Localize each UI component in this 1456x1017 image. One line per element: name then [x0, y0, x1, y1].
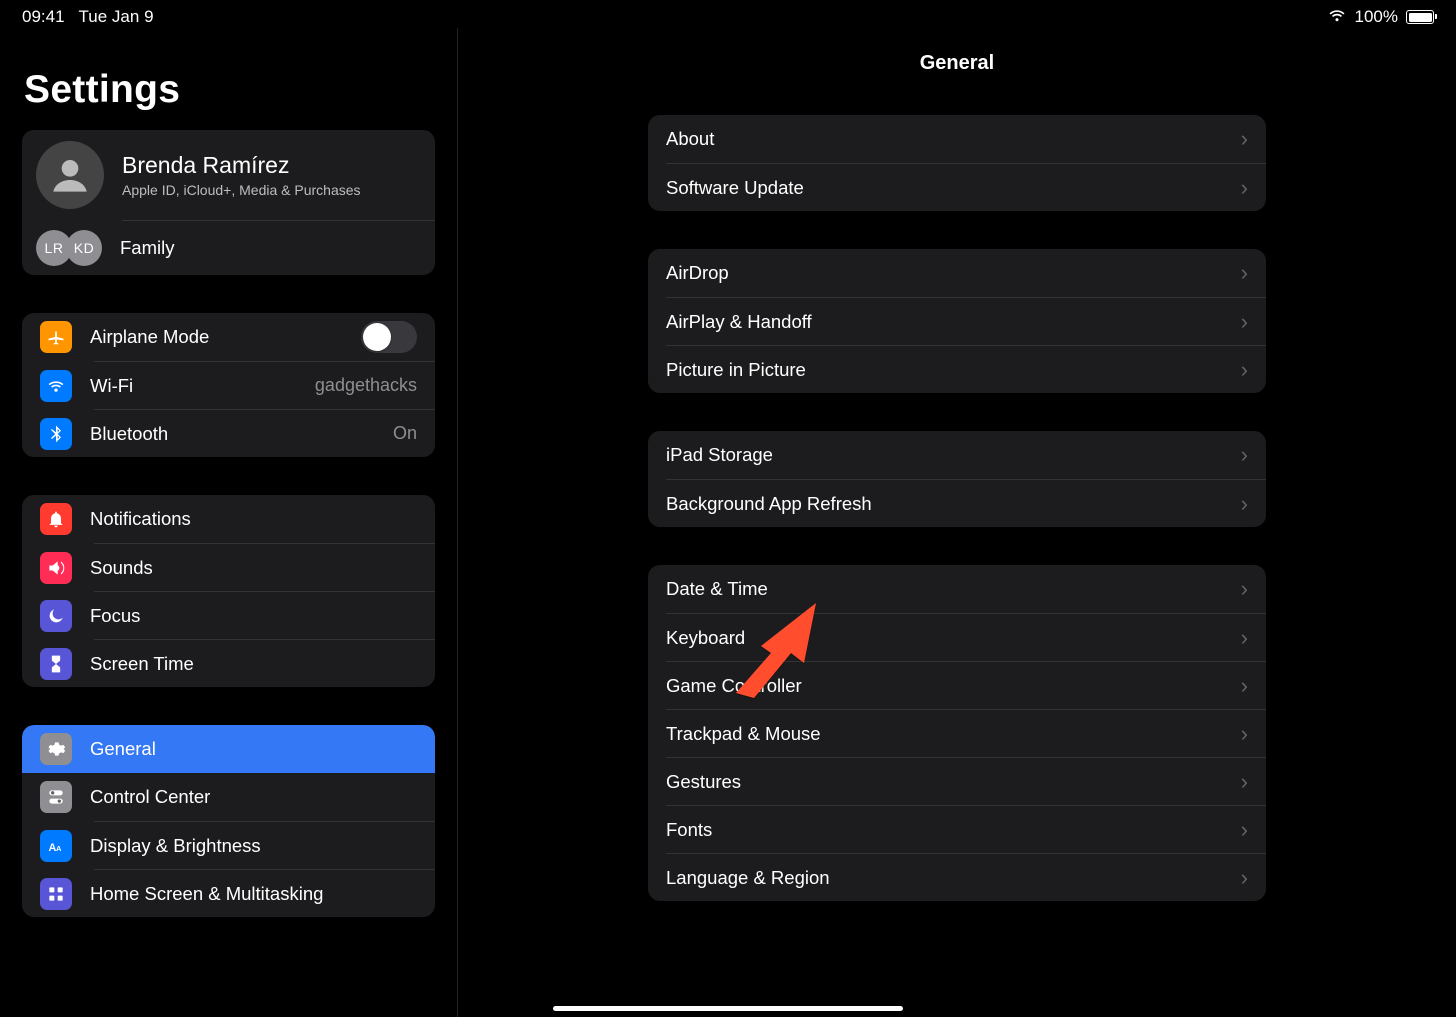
row-label: Software Update — [666, 177, 804, 199]
general-item-airplay[interactable]: AirPlay & Handoff › — [666, 297, 1266, 345]
gear-icon — [40, 733, 72, 765]
airplane-icon — [40, 321, 72, 353]
text-size-icon: AA — [40, 830, 72, 862]
chevron-right-icon: › — [1241, 723, 1248, 745]
airplane-toggle[interactable] — [361, 321, 417, 353]
chevron-right-icon: › — [1241, 493, 1248, 515]
sidebar-item-label: Bluetooth — [90, 423, 393, 445]
hourglass-icon — [40, 648, 72, 680]
sidebar-item-label: Wi-Fi — [90, 375, 315, 397]
grid-icon — [40, 878, 72, 910]
page-title: Settings — [24, 68, 435, 112]
avatar — [36, 141, 104, 209]
sidebar-item-control-center[interactable]: Control Center — [22, 773, 435, 821]
row-label: Picture in Picture — [666, 359, 806, 381]
wifi-value: gadgethacks — [315, 375, 417, 396]
general-item-storage[interactable]: iPad Storage › — [648, 431, 1266, 479]
status-bar: 09:41 Tue Jan 9 100% — [0, 0, 1456, 28]
sidebar-item-label: Focus — [90, 605, 417, 627]
sidebar-item-screentime[interactable]: Screen Time — [94, 639, 435, 687]
sidebar-item-notifications[interactable]: Notifications — [22, 495, 435, 543]
general-item-language[interactable]: Language & Region › — [666, 853, 1266, 901]
row-label: Fonts — [666, 819, 712, 841]
general-item-software-update[interactable]: Software Update › — [666, 163, 1266, 211]
bell-icon — [40, 503, 72, 535]
family-row[interactable]: LR KD Family — [122, 220, 435, 275]
chevron-right-icon: › — [1241, 359, 1248, 381]
row-label: About — [666, 128, 714, 150]
home-indicator[interactable] — [553, 1006, 903, 1011]
sidebar-item-label: Control Center — [90, 786, 417, 808]
sidebar-item-focus[interactable]: Focus — [94, 591, 435, 639]
sidebar-item-wifi[interactable]: Wi-Fi gadgethacks — [94, 361, 435, 409]
row-label: Game Controller — [666, 675, 802, 697]
chevron-right-icon: › — [1241, 311, 1248, 333]
family-label: Family — [120, 237, 174, 259]
chevron-right-icon: › — [1241, 771, 1248, 793]
general-item-gestures[interactable]: Gestures › — [666, 757, 1266, 805]
svg-text:A: A — [56, 844, 62, 853]
chevron-right-icon: › — [1241, 819, 1248, 841]
general-item-keyboard[interactable]: Keyboard › — [666, 613, 1266, 661]
row-label: Language & Region — [666, 867, 830, 889]
sidebar-item-home-screen[interactable]: Home Screen & Multitasking — [94, 869, 435, 917]
family-badge: KD — [66, 230, 102, 266]
account-card[interactable]: Brenda Ramírez Apple ID, iCloud+, Media … — [22, 130, 435, 275]
chevron-right-icon: › — [1241, 675, 1248, 697]
row-label: iPad Storage — [666, 444, 773, 466]
sidebar-item-label: Notifications — [90, 508, 417, 530]
row-label: Background App Refresh — [666, 493, 872, 515]
general-item-game-controller[interactable]: Game Controller › — [666, 661, 1266, 709]
bluetooth-value: On — [393, 423, 417, 444]
general-item-pip[interactable]: Picture in Picture › — [666, 345, 1266, 393]
sidebar-item-airplane[interactable]: Airplane Mode — [22, 313, 435, 361]
sidebar-item-label: Screen Time — [90, 653, 417, 675]
general-item-about[interactable]: About › — [648, 115, 1266, 163]
battery-percent: 100% — [1355, 7, 1398, 27]
sidebar-item-label: Home Screen & Multitasking — [90, 883, 417, 905]
wifi-icon — [1327, 7, 1347, 28]
chevron-right-icon: › — [1241, 262, 1248, 284]
general-item-airdrop[interactable]: AirDrop › — [648, 249, 1266, 297]
sidebar-item-bluetooth[interactable]: Bluetooth On — [94, 409, 435, 457]
account-name: Brenda Ramírez — [122, 152, 361, 180]
chevron-right-icon: › — [1241, 128, 1248, 150]
sidebar-item-label: Sounds — [90, 557, 417, 579]
row-label: Date & Time — [666, 578, 768, 600]
chevron-right-icon: › — [1241, 444, 1248, 466]
sidebar-item-label: General — [90, 738, 417, 760]
row-label: Gestures — [666, 771, 741, 793]
sidebar-item-general[interactable]: General — [22, 725, 435, 773]
chevron-right-icon: › — [1241, 867, 1248, 889]
switches-icon — [40, 781, 72, 813]
sidebar-item-label: Display & Brightness — [90, 835, 417, 857]
bluetooth-icon — [40, 418, 72, 450]
status-date: Tue Jan 9 — [79, 7, 154, 27]
account-sub: Apple ID, iCloud+, Media & Purchases — [122, 182, 361, 198]
general-item-background-refresh[interactable]: Background App Refresh › — [666, 479, 1266, 527]
general-item-fonts[interactable]: Fonts › — [666, 805, 1266, 853]
general-item-trackpad[interactable]: Trackpad & Mouse › — [666, 709, 1266, 757]
general-item-date-time[interactable]: Date & Time › — [648, 565, 1266, 613]
speaker-icon — [40, 552, 72, 584]
row-label: AirDrop — [666, 262, 729, 284]
detail-title: General — [920, 52, 994, 75]
chevron-right-icon: › — [1241, 627, 1248, 649]
row-label: AirPlay & Handoff — [666, 311, 812, 333]
wifi-icon — [40, 370, 72, 402]
row-label: Trackpad & Mouse — [666, 723, 821, 745]
battery-icon — [1406, 10, 1434, 24]
row-label: Keyboard — [666, 627, 745, 649]
status-time: 09:41 — [22, 7, 65, 27]
detail-panel: General About › Software Update › AirDrop ›… — [458, 28, 1456, 1017]
sidebar-item-sounds[interactable]: Sounds — [94, 543, 435, 591]
sidebar-item-display[interactable]: AA Display & Brightness — [94, 821, 435, 869]
sidebar-item-label: Airplane Mode — [90, 326, 361, 348]
moon-icon — [40, 600, 72, 632]
chevron-right-icon: › — [1241, 578, 1248, 600]
chevron-right-icon: › — [1241, 177, 1248, 199]
